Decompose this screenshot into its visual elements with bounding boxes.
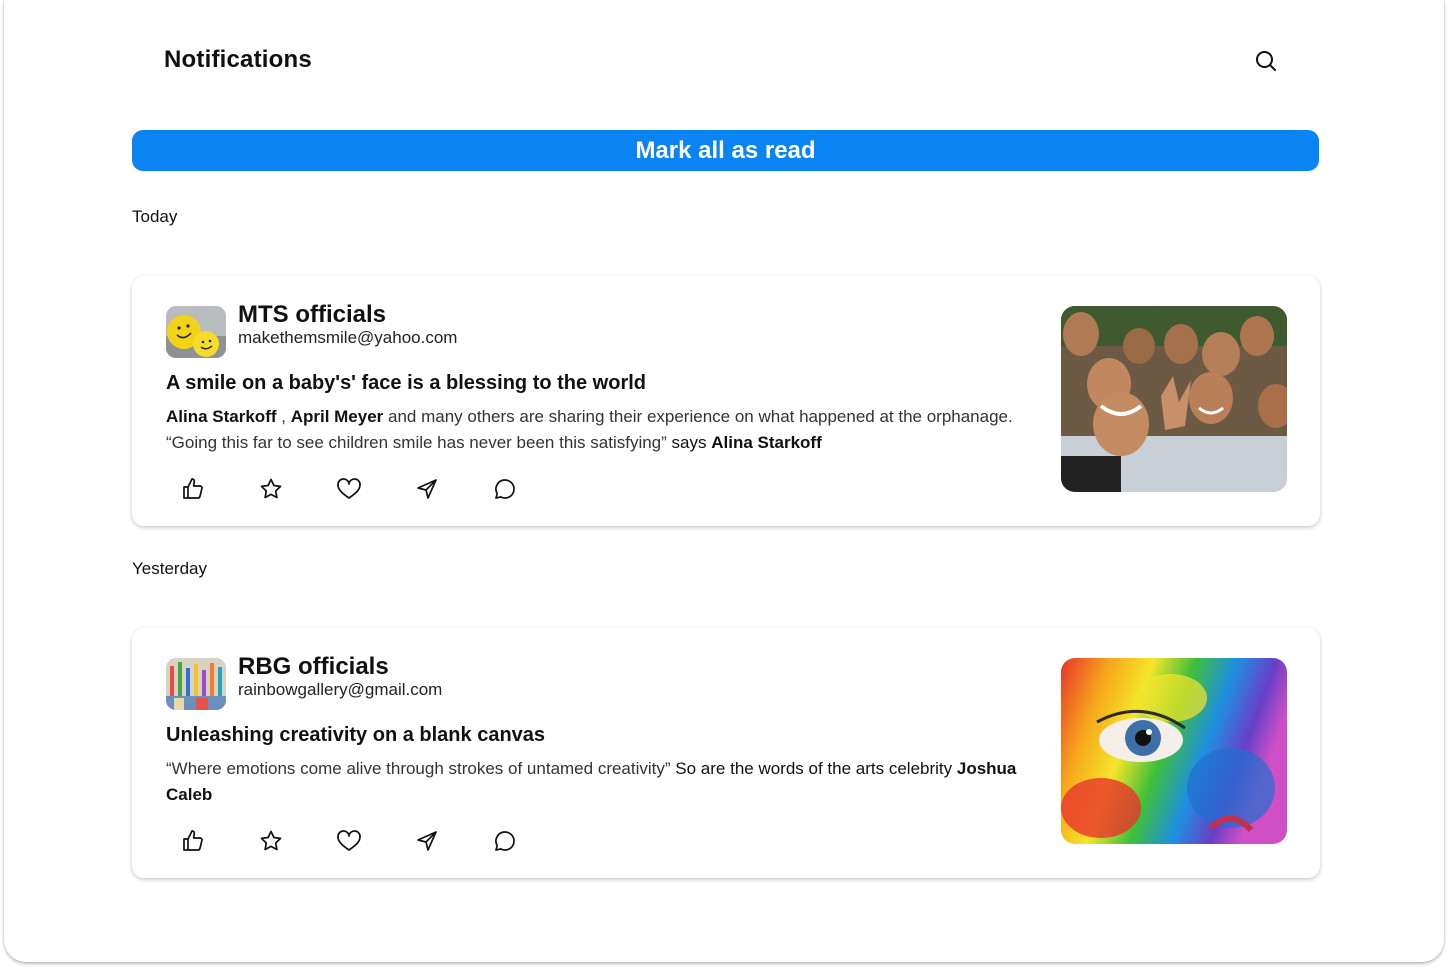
sender-email: makethemsmile@yahoo.com [238,328,458,347]
quote-text: “Going this far to see children smile ha… [166,433,672,452]
heart-icon [337,830,361,851]
star-icon [260,478,282,499]
paintbrushes-avatar-icon [166,658,226,710]
notification-card[interactable]: MTS officials makethemsmile@yahoo.com A … [132,276,1320,526]
notification-image[interactable] [1061,658,1287,844]
sender-name: RBG officials [238,653,389,680]
section-label-today: Today [132,207,178,226]
like-button[interactable] [180,828,206,854]
mark-all-read-button[interactable]: Mark all as read [132,130,1319,171]
smiling-children-photo-icon [1061,306,1287,492]
notification-headline: Unleashing creativity on a blank canvas [166,724,546,746]
star-icon [260,830,282,851]
sender-avatar [166,658,226,710]
share-icon [417,479,437,499]
smiley-balls-avatar-icon [166,306,226,358]
notifications-window: Notifications Mark all as read Today MTS… [4,0,1444,962]
comment-button[interactable] [492,828,518,854]
sender-email: rainbowgallery@gmail.com [238,680,443,699]
favorite-button[interactable] [258,828,284,854]
like-icon [183,830,203,851]
search-icon [1256,51,1276,71]
love-button[interactable] [336,476,362,502]
mention-name[interactable]: Alina Starkoff [711,433,822,452]
heart-icon [337,478,361,499]
mention-name[interactable]: Alina Starkoff [166,407,277,426]
sender-avatar [166,306,226,358]
mention-name[interactable]: April Meyer [291,407,384,426]
comment-icon [495,479,515,499]
favorite-button[interactable] [258,476,284,502]
section-label-yesterday: Yesterday [132,559,207,578]
love-button[interactable] [336,828,362,854]
search-button[interactable] [1252,47,1280,75]
comment-button[interactable] [492,476,518,502]
action-bar [180,828,518,854]
notification-headline: A smile on a baby's' face is a blessing … [166,372,647,394]
rainbow-painted-face-photo-icon [1061,658,1287,844]
notification-body: Alina Starkoff , April Meyer and many ot… [166,407,1013,452]
like-button[interactable] [180,476,206,502]
page-title: Notifications [164,46,312,73]
like-icon [183,478,203,499]
notification-card[interactable]: RBG officials rainbowgallery@gmail.com U… [132,628,1320,878]
share-button[interactable] [414,828,440,854]
sender-name: MTS officials [238,301,387,328]
action-bar [180,476,518,502]
share-button[interactable] [414,476,440,502]
notification-image[interactable] [1061,306,1287,492]
share-icon [417,831,437,851]
comment-icon [495,831,515,851]
notification-body: “Where emotions come alive through strok… [166,759,1017,804]
quote-text: “Where emotions come alive through strok… [166,759,676,778]
